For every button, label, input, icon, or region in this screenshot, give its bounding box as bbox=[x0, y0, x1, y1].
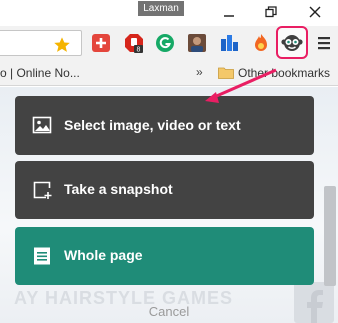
bookmark-star-icon[interactable] bbox=[53, 36, 71, 54]
bookmark-item[interactable]: o | Online No... bbox=[0, 66, 80, 80]
whole-page-button[interactable]: Whole page bbox=[15, 227, 314, 285]
fire-extension-icon[interactable] bbox=[251, 33, 271, 53]
monkey-screenshot-extension-icon bbox=[281, 34, 303, 51]
menu-icon[interactable] bbox=[318, 36, 330, 50]
folder-icon bbox=[218, 67, 234, 79]
whole-page-option-label: Whole page bbox=[64, 247, 143, 263]
screenshot-extension-button[interactable] bbox=[276, 26, 308, 59]
minimize-button[interactable] bbox=[212, 2, 246, 22]
extension-icon[interactable] bbox=[219, 33, 239, 53]
restore-icon bbox=[265, 6, 277, 18]
page-icon bbox=[34, 247, 50, 265]
image-icon bbox=[32, 116, 52, 134]
plus-extension-icon[interactable] bbox=[91, 33, 111, 53]
capture-options-popup: Select image, video or text Take a snaps… bbox=[0, 87, 338, 323]
restore-button[interactable] bbox=[254, 2, 288, 22]
address-bar[interactable] bbox=[0, 30, 82, 56]
snapshot-icon bbox=[33, 181, 52, 199]
cancel-button[interactable]: Cancel bbox=[0, 304, 338, 319]
profile-avatar-icon[interactable] bbox=[187, 33, 207, 53]
badge-count: 8 bbox=[137, 47, 141, 53]
window-title-bar: Laxman bbox=[0, 0, 338, 26]
other-bookmarks-folder[interactable]: Other bookmarks bbox=[238, 66, 330, 80]
select-image-video-text-button[interactable]: Select image, video or text bbox=[15, 96, 314, 155]
bookmarks-bar: o | Online No... » Other bookmarks bbox=[0, 60, 338, 86]
take-snapshot-button[interactable]: Take a snapshot bbox=[15, 161, 314, 219]
select-option-label: Select image, video or text bbox=[64, 117, 241, 133]
minimize-icon bbox=[224, 15, 234, 17]
browser-toolbar: 8 bbox=[0, 26, 338, 60]
adblock-extension-icon[interactable]: 8 bbox=[124, 33, 144, 53]
snapshot-option-label: Take a snapshot bbox=[64, 181, 173, 197]
close-icon bbox=[309, 6, 321, 18]
bookmarks-overflow-button[interactable]: » bbox=[196, 65, 203, 79]
user-profile-badge[interactable]: Laxman bbox=[138, 1, 184, 16]
grammarly-extension-icon[interactable] bbox=[155, 33, 175, 53]
close-button[interactable] bbox=[298, 2, 332, 22]
